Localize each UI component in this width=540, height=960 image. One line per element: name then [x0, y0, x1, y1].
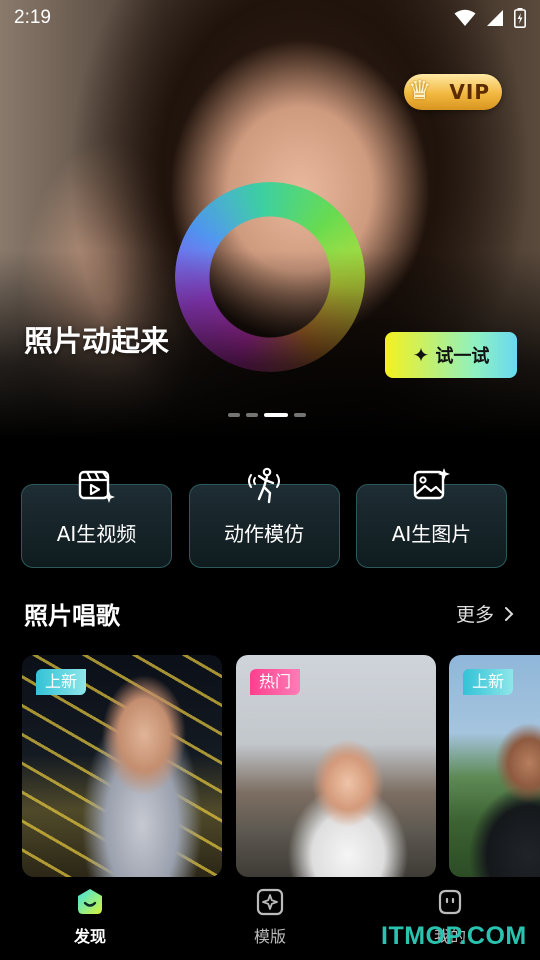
card-carousel[interactable]: 上新 热门 上新	[22, 655, 540, 877]
crown-icon: ♛	[408, 76, 432, 106]
sparkle-icon: ✦	[412, 343, 430, 367]
chevron-right-icon	[505, 606, 514, 621]
try-button[interactable]: ✦ 试一试	[385, 332, 517, 378]
video-card[interactable]: 热门	[236, 655, 436, 877]
section-header: 照片唱歌 更多	[24, 596, 514, 631]
video-card[interactable]: 上新	[449, 655, 540, 877]
hero-banner[interactable]: ♛ VIP 照片动起来 ✦ 试一试	[0, 0, 540, 440]
feature-row: AI生视频 动作模仿 AI生图片	[21, 466, 507, 570]
nav-item-discover[interactable]: 发现	[30, 887, 150, 947]
nav-item-template[interactable]: 模版	[210, 887, 330, 947]
template-icon	[256, 888, 284, 916]
feature-ai-image[interactable]: AI生图片	[356, 466, 507, 570]
status-icons	[454, 8, 526, 28]
vip-badge[interactable]: ♛ VIP	[404, 74, 502, 110]
carousel-dot	[228, 413, 240, 417]
tag-new-badge: 上新	[463, 669, 514, 695]
feature-label: AI生图片	[391, 522, 472, 546]
signal-icon	[487, 10, 503, 26]
watermark-logo: ITMOP.COM	[381, 922, 527, 950]
more-link[interactable]: 更多	[456, 600, 514, 627]
more-label: 更多	[455, 604, 494, 626]
feature-ai-video[interactable]: AI生视频	[21, 466, 172, 570]
nav-label: 发现	[73, 927, 106, 946]
carousel-indicator	[228, 413, 306, 417]
feature-label: 动作模仿	[224, 522, 304, 546]
video-spark-icon	[78, 470, 115, 503]
battery-icon	[514, 8, 526, 28]
video-card[interactable]: 上新	[22, 655, 222, 877]
tag-hot-badge: 热门	[250, 669, 301, 695]
section-title: 照片唱歌	[24, 602, 120, 630]
discover-icon	[78, 889, 102, 914]
try-button-label: 试一试	[435, 346, 490, 367]
dance-figure-icon	[247, 467, 280, 504]
status-bar: 2:19	[0, 0, 540, 36]
hero-title: 照片动起来	[24, 324, 170, 358]
image-spark-icon	[413, 468, 450, 500]
carousel-dot	[294, 413, 306, 417]
carousel-dot	[246, 413, 258, 417]
tag-new-badge: 上新	[36, 669, 87, 695]
vip-label: VIP	[449, 80, 490, 104]
profile-icon	[438, 889, 462, 915]
nav-label: 模版	[253, 927, 286, 946]
feature-motion-mimic[interactable]: 动作模仿	[188, 466, 340, 570]
carousel-dot-active	[264, 413, 288, 417]
wifi-icon	[454, 9, 476, 26]
status-time: 2:19	[14, 7, 51, 28]
feature-label: AI生视频	[56, 522, 137, 546]
